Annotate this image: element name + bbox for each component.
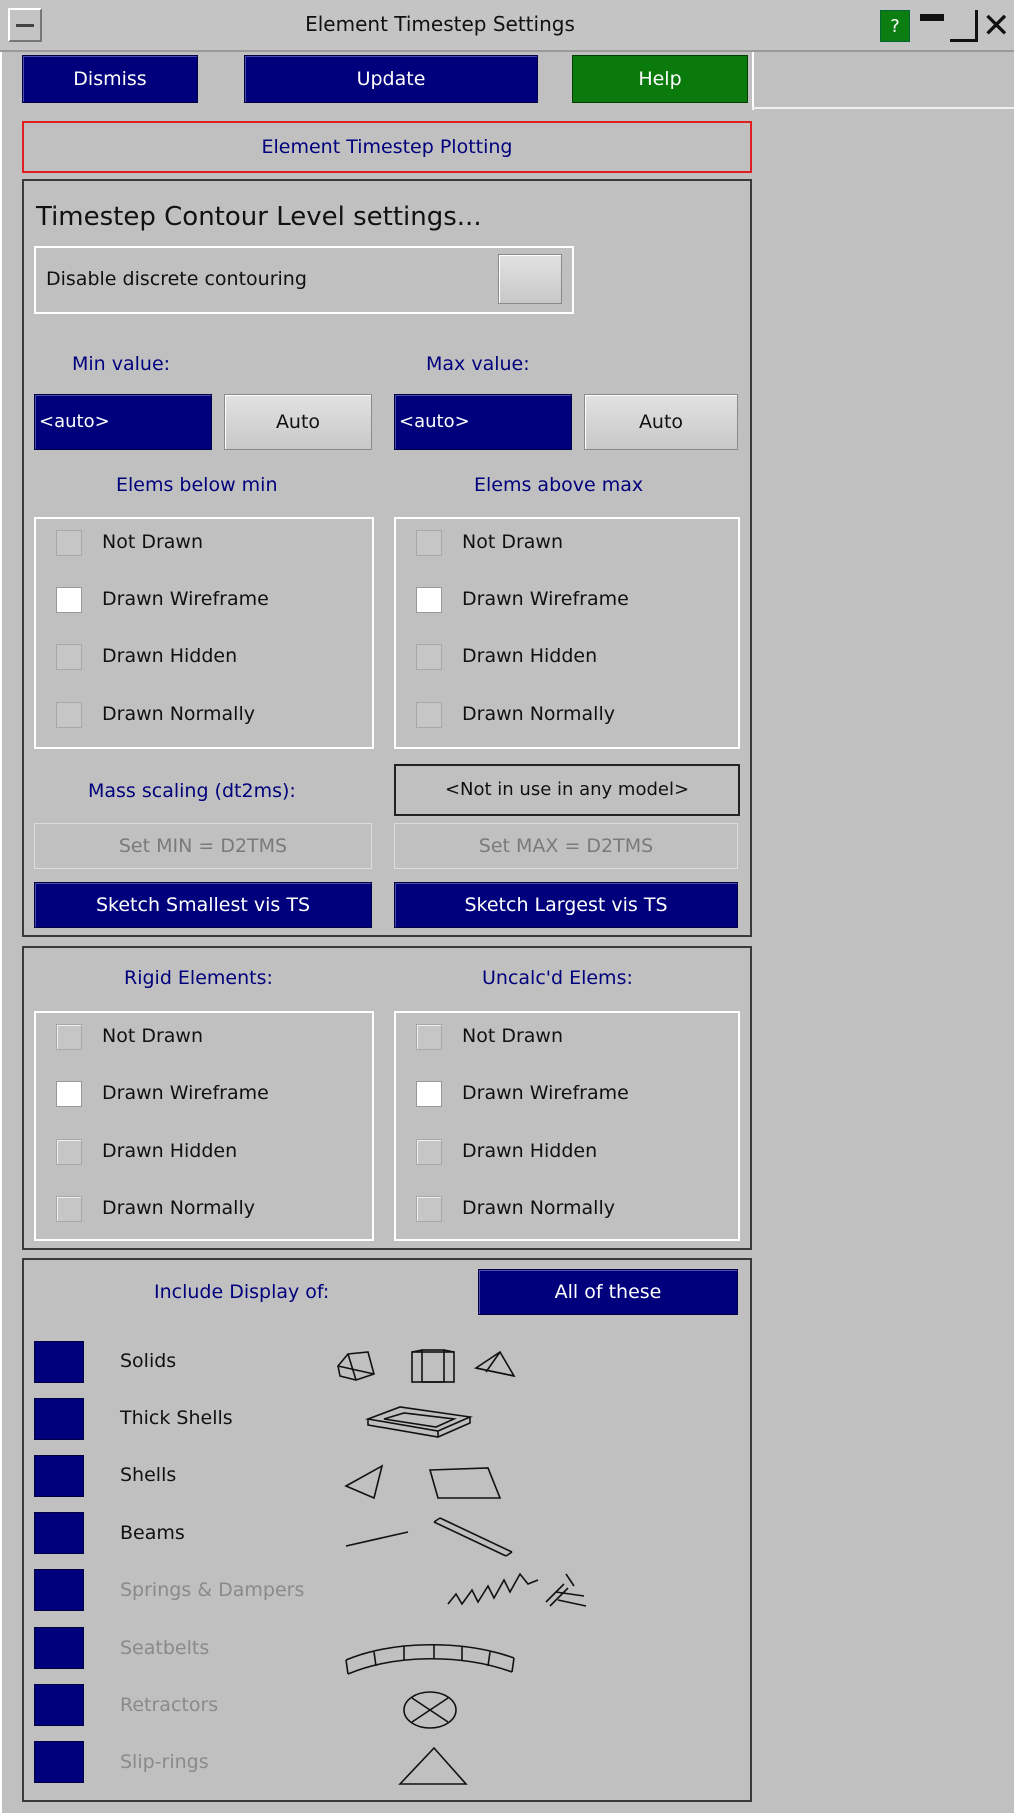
below-min-option-label: Drawn Wireframe bbox=[102, 588, 269, 610]
left-border bbox=[0, 52, 4, 1813]
retractor-icon bbox=[400, 1688, 460, 1732]
uncalc-elements-title: Uncalc'd Elems: bbox=[482, 967, 633, 989]
above-max-option-label: Drawn Wireframe bbox=[462, 588, 629, 610]
above-max-option-label: Drawn Normally bbox=[462, 703, 615, 725]
min-auto-button[interactable]: Auto bbox=[224, 394, 372, 450]
all-of-these-button[interactable]: All of these bbox=[478, 1269, 738, 1315]
above-max-hidden-checkbox[interactable] bbox=[416, 644, 442, 670]
max-auto-button[interactable]: Auto bbox=[584, 394, 738, 450]
below-min-wireframe-checkbox[interactable] bbox=[56, 587, 82, 613]
thick-shell-icon bbox=[364, 1403, 474, 1443]
thick-shells-label: Thick Shells bbox=[120, 1407, 233, 1429]
above-max-title: Elems above max bbox=[474, 474, 644, 496]
below-min-normally-checkbox[interactable] bbox=[56, 702, 82, 728]
below-min-title: Elems below min bbox=[116, 474, 278, 496]
dismiss-button[interactable]: Dismiss bbox=[22, 55, 198, 103]
panel-divider-line bbox=[752, 107, 1014, 109]
rigid-option-label: Drawn Wireframe bbox=[102, 1082, 269, 1104]
below-min-option-label: Not Drawn bbox=[102, 531, 203, 553]
solids-label: Solids bbox=[120, 1350, 177, 1372]
rigid-option-label: Not Drawn bbox=[102, 1025, 203, 1047]
uncalc-hidden-checkbox[interactable] bbox=[416, 1139, 442, 1165]
window-title: Element Timestep Settings bbox=[305, 12, 575, 36]
seatbelts-toggle[interactable] bbox=[34, 1627, 84, 1669]
min-value-label: Min value: bbox=[72, 353, 171, 375]
rigid-option-label: Drawn Hidden bbox=[102, 1140, 238, 1162]
rigid-option-label: Drawn Normally bbox=[102, 1197, 255, 1219]
above-max-wireframe-checkbox[interactable] bbox=[416, 587, 442, 613]
element-timestep-plotting-button[interactable]: Element Timestep Plotting bbox=[22, 121, 752, 173]
set-min-d2tms-button[interactable]: Set MIN = D2TMS bbox=[34, 823, 372, 869]
shells-icon bbox=[342, 1462, 512, 1502]
uncalc-option-label: Drawn Normally bbox=[462, 1197, 615, 1219]
minimize-icon[interactable] bbox=[918, 10, 948, 42]
below-min-option-label: Drawn Normally bbox=[102, 703, 255, 725]
retractors-toggle[interactable] bbox=[34, 1684, 84, 1726]
beams-toggle[interactable] bbox=[34, 1512, 84, 1554]
spring-damper-icon bbox=[446, 1566, 596, 1612]
panel-divider bbox=[752, 52, 754, 110]
seatbelt-icon bbox=[344, 1632, 516, 1678]
thick-shells-toggle[interactable] bbox=[34, 1398, 84, 1440]
max-value-label: Max value: bbox=[426, 353, 530, 375]
sketch-largest-button[interactable]: Sketch Largest vis TS bbox=[394, 882, 738, 928]
below-min-hidden-checkbox[interactable] bbox=[56, 644, 82, 670]
above-max-option-label: Drawn Hidden bbox=[462, 645, 598, 667]
above-max-not-drawn-checkbox[interactable] bbox=[416, 530, 442, 556]
shells-label: Shells bbox=[120, 1464, 177, 1486]
update-button[interactable]: Update bbox=[244, 55, 538, 103]
help-button[interactable]: Help bbox=[572, 55, 748, 103]
maximize-icon[interactable] bbox=[950, 10, 978, 42]
beams-icon bbox=[344, 1514, 524, 1558]
mass-scaling-status: <Not in use in any model> bbox=[394, 764, 740, 816]
shells-toggle[interactable] bbox=[34, 1455, 84, 1497]
close-icon[interactable]: ✕ bbox=[982, 9, 1012, 43]
rigid-elements-title: Rigid Elements: bbox=[124, 967, 273, 989]
uncalc-option-label: Drawn Hidden bbox=[462, 1140, 598, 1162]
include-display-title: Include Display of: bbox=[154, 1281, 330, 1303]
slip-rings-toggle[interactable] bbox=[34, 1741, 84, 1783]
retractors-label: Retractors bbox=[120, 1694, 219, 1716]
rigid-not-drawn-checkbox[interactable] bbox=[56, 1024, 82, 1050]
max-value-input[interactable]: <auto> bbox=[394, 394, 572, 450]
solids-icon bbox=[334, 1346, 524, 1386]
uncalc-wireframe-checkbox[interactable] bbox=[416, 1081, 442, 1107]
uncalc-normally-checkbox[interactable] bbox=[416, 1196, 442, 1222]
springs-dampers-toggle[interactable] bbox=[34, 1569, 84, 1611]
uncalc-not-drawn-checkbox[interactable] bbox=[416, 1024, 442, 1050]
min-value-input[interactable]: <auto> bbox=[34, 394, 212, 450]
sketch-smallest-button[interactable]: Sketch Smallest vis TS bbox=[34, 882, 372, 928]
above-max-option-label: Not Drawn bbox=[462, 531, 563, 553]
slip-rings-label: Slip-rings bbox=[120, 1751, 209, 1773]
rigid-hidden-checkbox[interactable] bbox=[56, 1139, 82, 1165]
set-max-d2tms-button[interactable]: Set MAX = D2TMS bbox=[394, 823, 738, 869]
rigid-wireframe-checkbox[interactable] bbox=[56, 1081, 82, 1107]
disable-contouring-label: Disable discrete contouring bbox=[46, 268, 307, 290]
slipring-icon bbox=[396, 1742, 470, 1788]
below-min-not-drawn-checkbox[interactable] bbox=[56, 530, 82, 556]
disable-contouring-toggle[interactable] bbox=[498, 254, 562, 304]
springs-dampers-label: Springs & Dampers bbox=[120, 1579, 305, 1601]
below-min-option-label: Drawn Hidden bbox=[102, 645, 238, 667]
mass-scaling-label: Mass scaling (dt2ms): bbox=[88, 780, 296, 802]
seatbelts-label: Seatbelts bbox=[120, 1637, 210, 1659]
rigid-normally-checkbox[interactable] bbox=[56, 1196, 82, 1222]
title-bar: Element Timestep Settings ? ✕ bbox=[0, 0, 1014, 52]
uncalc-option-label: Drawn Wireframe bbox=[462, 1082, 629, 1104]
contour-heading: Timestep Contour Level settings... bbox=[36, 202, 482, 232]
help-icon[interactable]: ? bbox=[880, 10, 910, 42]
solids-toggle[interactable] bbox=[34, 1341, 84, 1383]
beams-label: Beams bbox=[120, 1522, 185, 1544]
uncalc-option-label: Not Drawn bbox=[462, 1025, 563, 1047]
above-max-normally-checkbox[interactable] bbox=[416, 702, 442, 728]
